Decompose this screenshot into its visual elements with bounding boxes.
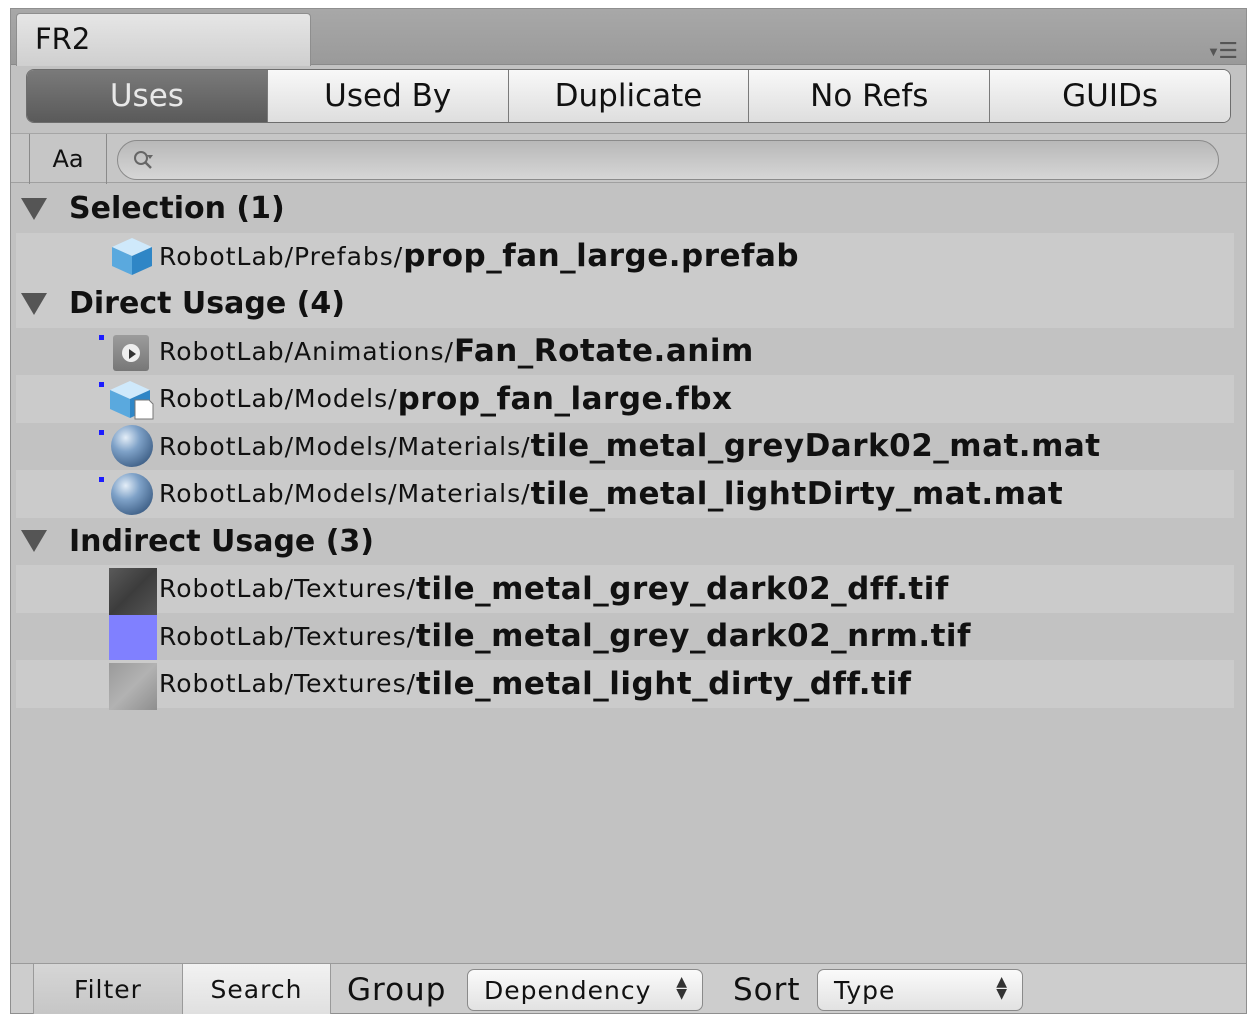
group-indirect-usage[interactable]: Indirect Usage (3) xyxy=(16,518,1234,566)
menu-lines-icon[interactable]: ▼ ☰ xyxy=(1210,39,1238,64)
up-down-arrows-icon: ▲ ▼ xyxy=(676,974,688,1002)
marker-dot xyxy=(99,382,104,387)
fr2-window: FR2 ▼ ☰ Uses Used By Duplicate No Refs GU… xyxy=(10,8,1247,1014)
magnifier-icon xyxy=(134,151,153,169)
up-down-arrows-icon: ▲ ▼ xyxy=(996,974,1008,1002)
tab-no-refs[interactable]: No Refs xyxy=(748,70,990,122)
asset-path: RobotLab/Prefabs/ xyxy=(159,241,404,271)
group-label: Direct Usage (4) xyxy=(69,286,345,322)
tab-used-by[interactable]: Used By xyxy=(266,70,508,122)
material-sphere-icon xyxy=(109,425,155,468)
asset-name: prop_fan_large.fbx xyxy=(397,380,733,417)
sort-select[interactable]: Type ▲ ▼ xyxy=(817,969,1023,1011)
asset-path: RobotLab/Models/Materials/ xyxy=(159,431,531,461)
group-direct-usage[interactable]: Direct Usage (4) xyxy=(16,280,1234,328)
asset-name: tile_metal_greyDark02_mat.mat xyxy=(530,428,1101,465)
tab-uses[interactable]: Uses xyxy=(27,70,267,122)
group-selection[interactable]: Selection (1) xyxy=(16,185,1234,233)
asset-name: Fan_Rotate.anim xyxy=(453,333,754,370)
group-label: Group xyxy=(347,972,447,1008)
texture-light-icon xyxy=(109,662,157,710)
results-tree: Selection (1) RobotLab/Prefabs/ prop_fan… xyxy=(16,185,1234,710)
expand-arrow-icon[interactable] xyxy=(21,530,47,553)
sort-label: Sort xyxy=(733,972,801,1008)
asset-name: tile_metal_grey_dark02_nrm.tif xyxy=(416,618,972,655)
asset-path: RobotLab/Textures/ xyxy=(159,574,417,604)
window-tab[interactable]: FR2 xyxy=(16,13,311,66)
list-item[interactable]: RobotLab/Textures/ tile_metal_grey_dark0… xyxy=(16,613,1234,663)
search-input[interactable] xyxy=(117,140,1219,180)
asset-name: tile_metal_grey_dark02_dff.tif xyxy=(416,570,949,607)
search-toolbar: Aa xyxy=(11,133,1246,184)
filter-button[interactable]: Filter xyxy=(33,964,183,1014)
list-item[interactable]: RobotLab/Models/Materials/ tile_metal_li… xyxy=(16,470,1234,518)
marker-dot xyxy=(99,477,104,482)
expand-arrow-icon[interactable] xyxy=(21,292,47,315)
prefab-cube-icon xyxy=(109,235,155,277)
list-item[interactable]: RobotLab/Prefabs/ prop_fan_large.prefab xyxy=(16,232,1234,280)
sort-select-value: Type xyxy=(834,976,896,1005)
group-label: Selection (1) xyxy=(69,191,285,227)
marker-dot xyxy=(99,334,104,340)
list-item[interactable]: RobotLab/Textures/ tile_metal_grey_dark0… xyxy=(16,565,1234,615)
texture-normal-icon xyxy=(109,615,157,663)
asset-name: tile_metal_light_dirty_dff.tif xyxy=(416,665,912,702)
group-select-value: Dependency xyxy=(484,976,652,1005)
model-icon xyxy=(109,378,155,420)
group-label: Indirect Usage (3) xyxy=(69,523,375,559)
list-item[interactable]: RobotLab/Textures/ tile_metal_light_dirt… xyxy=(16,660,1234,710)
material-sphere-icon xyxy=(109,472,155,515)
asset-path: RobotLab/Models/ xyxy=(159,384,398,414)
window-tab-strip: FR2 ▼ ☰ xyxy=(11,9,1246,66)
search-button[interactable]: Search xyxy=(183,964,331,1014)
asset-path: RobotLab/Textures/ xyxy=(159,669,417,699)
bottom-toolbar: Filter Search Group Dependency ▲ ▼ Sort T… xyxy=(11,963,1246,1014)
group-select[interactable]: Dependency ▲ ▼ xyxy=(467,969,703,1011)
animation-clip-icon xyxy=(109,330,155,372)
case-sensitive-toggle[interactable]: Aa xyxy=(29,134,107,184)
asset-name: tile_metal_lightDirty_mat.mat xyxy=(530,475,1064,512)
texture-dark-icon xyxy=(109,567,157,615)
list-item[interactable]: RobotLab/Models/Materials/ tile_metal_gr… xyxy=(16,423,1234,471)
asset-path: RobotLab/Animations/ xyxy=(159,336,454,366)
mode-tab-bar: Uses Used By Duplicate No Refs GUIDs xyxy=(26,69,1231,123)
asset-name: prop_fan_large.prefab xyxy=(403,238,800,275)
asset-path: RobotLab/Models/Materials/ xyxy=(159,479,531,509)
list-item[interactable]: RobotLab/Models/ prop_fan_large.fbx xyxy=(16,375,1234,423)
tab-duplicate[interactable]: Duplicate xyxy=(507,70,749,122)
tab-guids[interactable]: GUIDs xyxy=(989,70,1230,122)
marker-dot xyxy=(99,429,104,435)
expand-arrow-icon[interactable] xyxy=(21,197,47,220)
list-item[interactable]: RobotLab/Animations/ Fan_Rotate.anim xyxy=(16,328,1234,376)
asset-path: RobotLab/Textures/ xyxy=(159,621,417,651)
